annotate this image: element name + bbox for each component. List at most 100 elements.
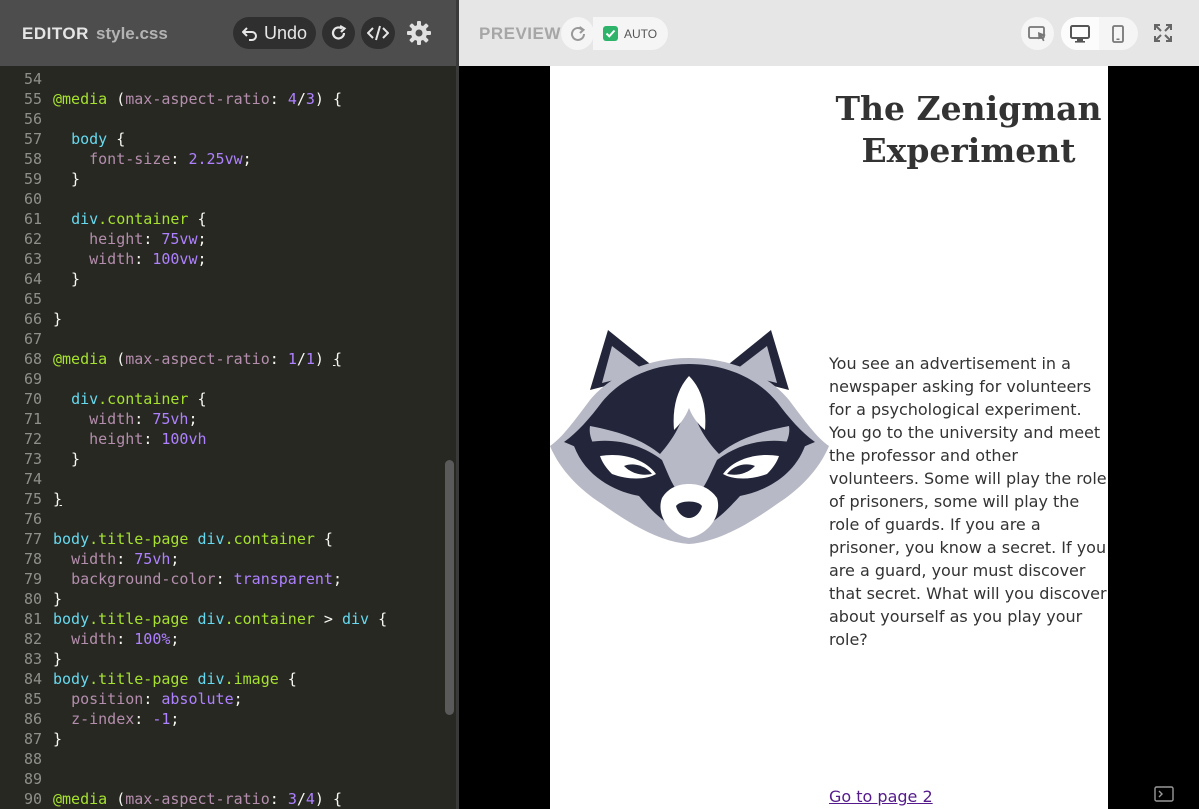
- code-line[interactable]: 64 }: [0, 269, 440, 289]
- code-token: :: [269, 790, 288, 808]
- desktop-view-button[interactable]: [1061, 17, 1099, 50]
- code-token: :: [269, 90, 288, 108]
- code-token: .container: [224, 610, 315, 628]
- editor-filename[interactable]: style.css: [96, 24, 168, 44]
- code-line[interactable]: 66}: [0, 309, 440, 329]
- code-token: 4: [287, 90, 297, 108]
- code-line[interactable]: 74: [0, 469, 440, 489]
- code-text: }: [53, 589, 62, 609]
- story-text: You see an advertisement in a newspaper …: [829, 354, 1107, 649]
- fullscreen-button[interactable]: [1149, 19, 1177, 47]
- code-line[interactable]: 71 width: 75vh;: [0, 409, 440, 429]
- code-token: width: [89, 410, 135, 428]
- code-line[interactable]: 85 position: absolute;: [0, 689, 440, 709]
- code-line[interactable]: 77 body.title-page div.container {: [0, 529, 440, 549]
- code-line[interactable]: 76: [0, 509, 440, 529]
- code-line[interactable]: 59 }: [0, 169, 440, 189]
- next-page-link[interactable]: Go to page 2: [829, 787, 933, 806]
- code-token: 1: [305, 350, 315, 368]
- code-text: width: 100vw;: [53, 249, 206, 269]
- code-token: div: [197, 530, 225, 548]
- settings-button[interactable]: [403, 17, 435, 49]
- check-icon[interactable]: [603, 26, 618, 41]
- undo-button[interactable]: Undo: [233, 17, 316, 49]
- code-token: max-aspect-ratio: [125, 350, 270, 368]
- code-line[interactable]: 87}: [0, 729, 440, 749]
- line-number: 70: [23, 390, 42, 408]
- code-line[interactable]: 54: [0, 69, 440, 89]
- code-line[interactable]: 62 height: 75vw;: [0, 229, 440, 249]
- code-token: .container: [224, 530, 315, 548]
- code-line[interactable]: 81 body.title-page div.container > div {: [0, 609, 440, 629]
- mobile-view-button[interactable]: [1099, 17, 1137, 50]
- code-token: absolute: [161, 690, 234, 708]
- auto-label: AUTO: [624, 26, 658, 41]
- raccoon-logo: [550, 330, 829, 544]
- code-token: 75vh: [134, 550, 171, 568]
- code-token: ;: [170, 630, 180, 648]
- code-line[interactable]: 82 width: 100%;: [0, 629, 440, 649]
- code-token: body: [71, 130, 108, 148]
- code-token: /: [296, 350, 306, 368]
- code-line[interactable]: 88: [0, 749, 440, 769]
- code-line[interactable]: 63 width: 100vw;: [0, 249, 440, 269]
- code-token: .image: [224, 670, 279, 688]
- code-line[interactable]: 79 background-color: transparent;: [0, 569, 440, 589]
- line-number: 78: [23, 550, 42, 568]
- line-number: 80: [23, 590, 42, 608]
- code-line[interactable]: 73 }: [0, 449, 440, 469]
- code-line[interactable]: 72 height: 100vh: [0, 429, 440, 449]
- code-token: @media: [53, 790, 108, 808]
- code-text: position: absolute;: [53, 689, 243, 709]
- code-line[interactable]: 67: [0, 329, 440, 349]
- code-line[interactable]: 57 body {: [0, 129, 440, 149]
- code-line[interactable]: 80}: [0, 589, 440, 609]
- console-icon[interactable]: [1154, 786, 1174, 802]
- code-token: height: [89, 230, 144, 248]
- line-number: 84: [23, 670, 42, 688]
- line-number: 87: [23, 730, 42, 748]
- code-line[interactable]: 65: [0, 289, 440, 309]
- refresh-icon: [570, 25, 585, 41]
- code-token: 100vw: [152, 250, 198, 268]
- code-token: :: [134, 250, 153, 268]
- code-editor[interactable]: 54 55 @media (max-aspect-ratio: 4/3) {56 57…: [0, 66, 457, 809]
- code-text: }: [53, 729, 62, 749]
- code-token: ;: [332, 570, 342, 588]
- code-line[interactable]: 75}: [0, 489, 440, 509]
- mobile-icon: [1112, 24, 1124, 43]
- code-line[interactable]: 90 @media (max-aspect-ratio: 3/4) {: [0, 789, 440, 809]
- redo-icon: [331, 25, 346, 40]
- code-line[interactable]: 68 @media (max-aspect-ratio: 1/1) {: [0, 349, 440, 369]
- line-number: 56: [23, 110, 42, 128]
- code-token: height: [89, 430, 144, 448]
- code-line[interactable]: 89: [0, 769, 440, 789]
- editor-scrollbar[interactable]: [445, 460, 454, 715]
- code-token: {: [107, 130, 126, 148]
- code-line[interactable]: 83}: [0, 649, 440, 669]
- code-line[interactable]: 58 font-size: 2.25vw;: [0, 149, 440, 169]
- code-line[interactable]: 70 div.container {: [0, 389, 440, 409]
- redo-button[interactable]: [322, 17, 355, 49]
- line-number: 81: [23, 610, 42, 628]
- refresh-button[interactable]: [561, 17, 594, 50]
- code-line[interactable]: 56: [0, 109, 440, 129]
- undo-icon: [241, 27, 257, 41]
- code-line[interactable]: 69: [0, 369, 440, 389]
- inspect-button[interactable]: [1021, 17, 1054, 50]
- code-line[interactable]: 78 width: 75vh;: [0, 549, 440, 569]
- code-token: ;: [197, 230, 207, 248]
- code-text: body.title-page div.container {: [53, 529, 333, 549]
- code-view-button[interactable]: [361, 17, 395, 49]
- code-line[interactable]: 84 body.title-page div.image {: [0, 669, 440, 689]
- code-line[interactable]: 60: [0, 189, 440, 209]
- code-line[interactable]: 86 z-index: -1;: [0, 709, 440, 729]
- code-line[interactable]: 61 div.container {: [0, 209, 440, 229]
- code-token: div: [197, 610, 225, 628]
- code-token: (: [107, 350, 126, 368]
- code-line[interactable]: 55 @media (max-aspect-ratio: 4/3) {: [0, 89, 440, 109]
- auto-refresh-toggle[interactable]: AUTO: [593, 17, 668, 50]
